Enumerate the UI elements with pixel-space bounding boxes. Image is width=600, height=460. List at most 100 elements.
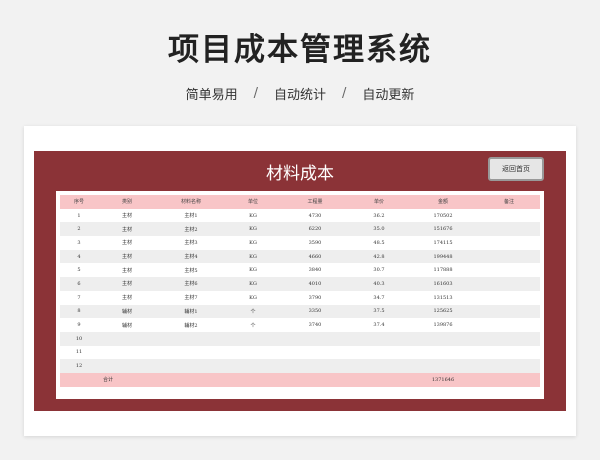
table-row: 8 辅材 辅材1 个 3350 37.5 125625 <box>60 304 540 319</box>
table-cell <box>478 318 540 332</box>
table-cell: 主材 <box>98 290 156 305</box>
table-cell: 主材 <box>98 236 156 250</box>
column-header: 类别 <box>98 195 156 209</box>
feature-auto-update: 自动更新 <box>362 88 415 103</box>
table-cell: 6220 <box>280 222 350 237</box>
table-cell <box>478 236 540 250</box>
table-cell: KG <box>226 208 280 223</box>
table-cell: 主材 <box>98 277 156 291</box>
table-cell: 主材3 <box>156 236 226 250</box>
table-cell: 6 <box>60 277 98 291</box>
panel-title: 材料成本 <box>266 164 334 184</box>
material-cost-table: 序号 类别 材料名称 单位 工程量 单价 金额 备注 1 主材 主材1 KG 4730 3… <box>60 195 540 387</box>
table-cell: 个 <box>226 318 280 332</box>
table-row: 3 主材 主材3 KG 3590 48.5 174115 <box>60 236 540 250</box>
table-row: 11 <box>60 345 540 360</box>
table-cell <box>156 359 226 373</box>
table-row: 6 主材 主材6 KG 4010 40.3 161603 <box>60 277 540 291</box>
table-cell: 12 <box>60 359 98 373</box>
table-cell: 117888 <box>408 263 478 278</box>
table-cell: 3 <box>60 236 98 250</box>
column-header: 序号 <box>60 195 98 209</box>
table-cell: 40.3 <box>350 277 408 291</box>
table-cell <box>478 304 540 319</box>
column-header: 备注 <box>478 195 540 209</box>
column-header: 材料名称 <box>156 195 226 209</box>
table-cell: 9 <box>60 318 98 332</box>
table-cell: 辅材2 <box>156 318 226 332</box>
table-cell: 37.5 <box>350 304 408 319</box>
table-cell: 131513 <box>408 290 478 305</box>
table-cell: 48.5 <box>350 236 408 250</box>
table-cell <box>226 345 280 360</box>
feature-auto-stats: 自动统计 <box>273 88 326 103</box>
table-cell <box>98 331 156 346</box>
table-cell: 151676 <box>408 222 478 237</box>
table-cell: 30.7 <box>350 263 408 278</box>
table-cell: 5 <box>60 263 98 278</box>
feature-separator: / <box>342 86 347 101</box>
feature-list: 简单易用 / 自动统计 / 自动更新 <box>0 84 600 103</box>
table-cell: 35.0 <box>350 222 408 237</box>
table-cell <box>280 345 350 360</box>
column-header: 金额 <box>408 195 478 209</box>
table-cell <box>98 345 156 360</box>
table-cell: 4660 <box>280 249 350 264</box>
table-cell: 辅材 <box>98 318 156 332</box>
table-cell: 34.7 <box>350 290 408 305</box>
table-row: 1 主材 主材1 KG 4730 36.2 170502 <box>60 208 540 223</box>
table-row: 4 主材 主材4 KG 4660 42.8 199448 <box>60 249 540 264</box>
table-cell <box>350 345 408 360</box>
table-cell <box>408 345 478 360</box>
page-title: 项目成本管理系统 <box>168 32 432 68</box>
table-cell <box>350 331 408 346</box>
table-cell: 3740 <box>280 318 350 332</box>
table-cell: 3790 <box>280 290 350 305</box>
table-cell: KG <box>226 222 280 237</box>
table-cell: 11 <box>60 345 98 360</box>
feature-separator: / <box>253 86 258 101</box>
table-cell <box>350 359 408 373</box>
table-cell <box>408 331 478 346</box>
table-cell: 主材 <box>98 208 156 223</box>
table-header-row: 序号 类别 材料名称 单位 工程量 单价 金额 备注 <box>60 195 540 209</box>
table-row: 7 主材 主材7 KG 3790 34.7 131513 <box>60 290 540 305</box>
column-header: 工程量 <box>280 195 350 209</box>
table-cell <box>156 345 226 360</box>
table-cell: 主材 <box>98 263 156 278</box>
table-cell: 4730 <box>280 208 350 223</box>
table-cell: 3840 <box>280 263 350 278</box>
table-cell: 主材7 <box>156 290 226 305</box>
table-cell: 主材1 <box>156 208 226 223</box>
table-cell: 主材4 <box>156 249 226 264</box>
column-header: 单价 <box>350 195 408 209</box>
table-cell: 42.8 <box>350 249 408 264</box>
screenshot-card: 材料成本 返回首页 序号 类别 材料名称 单位 工程量 单价 金额 备注 1 主… <box>24 126 576 436</box>
table-cell <box>280 331 350 346</box>
table-cell <box>280 359 350 373</box>
table-cell: KG <box>226 290 280 305</box>
table-cell: 辅材 <box>98 304 156 319</box>
table-cell <box>478 263 540 278</box>
table-cell: 2 <box>60 222 98 237</box>
table-cell: 199448 <box>408 249 478 264</box>
return-home-button[interactable]: 返回首页 <box>488 157 544 181</box>
table-cell: 辅材1 <box>156 304 226 319</box>
table-cell: 3590 <box>280 236 350 250</box>
table-row: 5 主材 主材5 KG 3840 30.7 117888 <box>60 263 540 278</box>
table-cell: 125625 <box>408 304 478 319</box>
table-cell <box>478 249 540 264</box>
table-cell: KG <box>226 236 280 250</box>
table-container: 序号 类别 材料名称 单位 工程量 单价 金额 备注 1 主材 主材1 KG 4730 3… <box>56 191 544 399</box>
table-cell: 8 <box>60 304 98 319</box>
table-cell <box>226 331 280 346</box>
table-cell <box>226 359 280 373</box>
table-cell <box>156 331 226 346</box>
table-cell: 主材 <box>98 222 156 237</box>
table-cell: 4010 <box>280 277 350 291</box>
table-cell: 1 <box>60 208 98 223</box>
table-cell: 161603 <box>408 277 478 291</box>
table-cell: 主材2 <box>156 222 226 237</box>
table-row: 2 主材 主材2 KG 6220 35.0 151676 <box>60 222 540 237</box>
table-cell: 主材5 <box>156 263 226 278</box>
